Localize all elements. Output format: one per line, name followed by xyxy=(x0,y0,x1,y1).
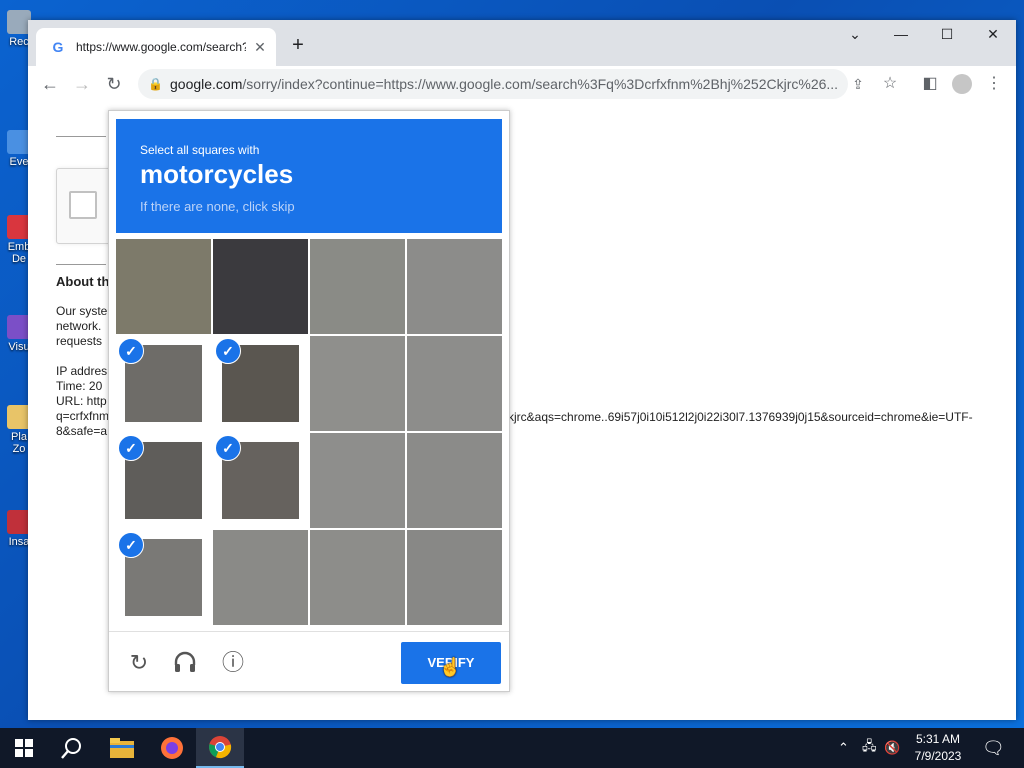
google-favicon-icon: G xyxy=(52,39,64,55)
challenge-tile[interactable]: ✓ xyxy=(116,433,211,528)
challenge-tile[interactable] xyxy=(407,530,502,625)
browser-tab[interactable]: G https://www.google.com/search? ✕ xyxy=(36,28,276,66)
menu-kebab-icon[interactable]: ⋮ xyxy=(982,72,1006,96)
reload-challenge-icon[interactable]: ↻ xyxy=(125,649,153,677)
info-line: Time: 20 xyxy=(56,379,103,393)
paragraph-line: network. xyxy=(56,319,102,333)
tile-image xyxy=(116,239,211,334)
paragraph-line: Our syste xyxy=(56,304,108,318)
challenge-image-grid: ✓ ✓ ✓ ✓ ✓ xyxy=(116,239,502,625)
forward-button[interactable]: → xyxy=(70,72,94,96)
address-bar[interactable]: 🔒 google.com/sorry/index?continue=https:… xyxy=(138,69,848,99)
new-tab-button[interactable]: + xyxy=(288,34,308,57)
show-hidden-icons-chevron-icon[interactable]: ⌃ xyxy=(838,728,849,768)
challenge-tile[interactable] xyxy=(310,433,405,528)
bookmark-star-icon[interactable]: ☆ xyxy=(878,72,902,96)
close-window-button[interactable]: ✕ xyxy=(981,26,1005,43)
lock-icon[interactable]: 🔒 xyxy=(148,77,163,91)
tab-title: https://www.google.com/search? xyxy=(76,40,246,54)
divider xyxy=(56,264,106,265)
start-button[interactable] xyxy=(0,728,48,768)
tile-image xyxy=(407,336,502,431)
challenge-tile[interactable] xyxy=(407,336,502,431)
challenge-tile[interactable]: ✓ xyxy=(213,433,308,528)
tile-image xyxy=(407,239,502,334)
reload-button[interactable]: ↻ xyxy=(102,72,126,96)
challenge-tile[interactable] xyxy=(213,530,308,625)
challenge-target: motorcycles xyxy=(140,159,294,189)
challenge-tile[interactable]: ✓ xyxy=(116,530,211,625)
avatar-icon xyxy=(952,74,972,94)
challenge-tile[interactable] xyxy=(310,530,405,625)
tab-strip: G https://www.google.com/search? ✕ + ⌄ —… xyxy=(28,20,1016,66)
clock-time: 5:31 AM xyxy=(915,732,961,746)
browser-toolbar: ← → ↻ 🔒 google.com/sorry/index?continue=… xyxy=(28,66,1016,103)
challenge-header: Select all squares with motorcycles If t… xyxy=(116,119,502,233)
challenge-tile[interactable] xyxy=(407,433,502,528)
maximize-button[interactable]: ☐ xyxy=(935,26,959,43)
info-line: q=crfxfnm xyxy=(56,409,110,423)
audio-challenge-icon[interactable] xyxy=(171,649,199,677)
tile-selected-check-icon: ✓ xyxy=(118,338,144,364)
firefox-button[interactable] xyxy=(148,728,196,768)
taskbar: ⌃ 🖧 🔇 5:31 AM 7/9/2023 🗨 xyxy=(0,728,1024,768)
back-button[interactable]: ← xyxy=(38,72,62,96)
challenge-tile[interactable] xyxy=(407,239,502,334)
info-line: URL: http xyxy=(56,394,107,408)
tile-selected-check-icon: ✓ xyxy=(215,435,241,461)
challenge-tile[interactable] xyxy=(116,239,211,334)
system-clock[interactable]: 5:31 AM 7/9/2023 xyxy=(900,731,976,765)
share-icon[interactable]: ⇪ xyxy=(846,72,870,96)
paragraph-line: requests xyxy=(56,334,103,348)
hand-cursor-icon: ☝ xyxy=(439,657,462,677)
tile-image xyxy=(310,433,405,528)
search-button[interactable] xyxy=(48,728,96,768)
challenge-tile[interactable] xyxy=(310,336,405,431)
url-tail-text: kjrc&aqs=chrome..69i57j0i10i512l2j0i22i3… xyxy=(508,410,973,424)
chrome-button[interactable] xyxy=(196,728,244,768)
tile-selected-check-icon: ✓ xyxy=(118,532,144,558)
windows-logo-icon xyxy=(15,739,33,757)
tile-image xyxy=(213,530,308,625)
tab-search-dropdown-icon[interactable]: ⌄ xyxy=(843,26,867,43)
notification-center-icon[interactable]: 🗨 xyxy=(982,728,1005,768)
tile-selected-check-icon: ✓ xyxy=(215,338,241,364)
tile-image xyxy=(310,336,405,431)
recaptcha-checkbox[interactable] xyxy=(69,191,97,219)
search-icon xyxy=(61,738,81,759)
divider xyxy=(109,631,509,632)
challenge-tile[interactable]: ✓ xyxy=(213,336,308,431)
minimize-button[interactable]: — xyxy=(889,26,913,42)
tile-selected-check-icon: ✓ xyxy=(118,435,144,461)
about-heading: About th xyxy=(56,274,110,289)
tile-image xyxy=(310,239,405,334)
folder-icon xyxy=(110,738,134,758)
file-explorer-button[interactable] xyxy=(98,728,146,768)
recaptcha-challenge-popup: Select all squares with motorcycles If t… xyxy=(108,110,510,692)
divider xyxy=(56,136,106,137)
network-icon[interactable]: 🖧 xyxy=(862,728,877,768)
info-line: 8&safe=a xyxy=(56,424,108,438)
firefox-icon xyxy=(161,737,183,759)
challenge-hint: If there are none, click skip xyxy=(140,199,295,214)
challenge-tile[interactable] xyxy=(213,239,308,334)
tile-image xyxy=(213,239,308,334)
chrome-icon xyxy=(209,736,232,759)
clock-date: 7/9/2023 xyxy=(914,749,962,763)
profile-avatar[interactable] xyxy=(950,72,974,96)
address-url[interactable]: google.com/sorry/index?continue=https://… xyxy=(170,76,840,92)
side-panel-icon[interactable]: ◧ xyxy=(918,72,942,96)
tile-image xyxy=(407,530,502,625)
challenge-instruction: Select all squares with xyxy=(140,143,260,157)
info-line: IP addres xyxy=(56,364,108,378)
tile-image xyxy=(310,530,405,625)
challenge-tile[interactable] xyxy=(310,239,405,334)
volume-muted-icon[interactable]: 🔇 xyxy=(884,728,900,768)
info-icon[interactable]: ⓘ xyxy=(219,649,247,677)
tile-image xyxy=(407,433,502,528)
challenge-tile[interactable]: ✓ xyxy=(116,336,211,431)
tab-close-icon[interactable]: ✕ xyxy=(252,39,268,56)
